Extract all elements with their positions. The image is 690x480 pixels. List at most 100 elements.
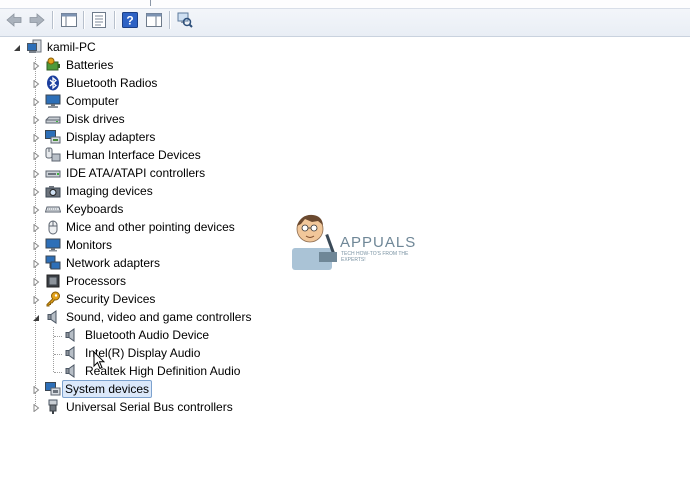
key-icon	[45, 291, 61, 307]
svg-text:?: ?	[126, 14, 133, 28]
scan-hardware-button[interactable]	[176, 11, 194, 29]
expand-toggle[interactable]	[31, 241, 40, 250]
device-row-realtek-audio[interactable]: Realtek High Definition Audio	[0, 362, 300, 380]
scan-hardware-icon	[177, 12, 193, 28]
category-row-processors[interactable]: Processors	[0, 272, 300, 290]
tree-root[interactable]: kamil-PC	[0, 38, 300, 56]
category-row-monitors[interactable]: Monitors	[0, 236, 300, 254]
show-hide-console-tree-button[interactable]	[60, 11, 78, 29]
action-pane-icon	[146, 13, 162, 27]
device-row-bluetooth-audio[interactable]: Bluetooth Audio Device	[0, 326, 300, 344]
back-button[interactable]	[5, 11, 23, 29]
category-row-keyboards[interactable]: Keyboards	[0, 200, 300, 218]
device-label: Realtek High Definition Audio	[85, 364, 241, 378]
usb-icon	[45, 399, 61, 415]
expand-toggle[interactable]	[31, 97, 40, 106]
device-row-intel-display-audio[interactable]: Intel(R) Display Audio	[0, 344, 300, 362]
back-icon	[6, 13, 22, 27]
expand-toggle[interactable]	[31, 133, 40, 142]
category-row-network-adapters[interactable]: Network adapters	[0, 254, 300, 272]
system-devices-icon	[45, 381, 61, 397]
category-row-computer[interactable]: Computer	[0, 92, 300, 110]
triangle-right-icon	[33, 295, 39, 304]
category-row-mice[interactable]: Mice and other pointing devices	[0, 218, 300, 236]
category-label: System devices	[62, 380, 153, 398]
menu-bar-edge	[0, 0, 690, 9]
properties-icon	[92, 12, 106, 28]
category-label: Processors	[66, 274, 127, 288]
triangle-right-icon	[33, 79, 39, 88]
category-row-usb-controllers[interactable]: Universal Serial Bus controllers	[0, 398, 300, 416]
expand-toggle[interactable]	[31, 187, 40, 196]
expand-toggle[interactable]	[31, 223, 40, 232]
action-pane-button[interactable]	[145, 11, 163, 29]
category-label: Computer	[66, 94, 119, 108]
category-label: Display adapters	[66, 130, 156, 144]
category-row-security-devices[interactable]: Security Devices	[0, 290, 300, 308]
speaker-icon	[45, 309, 61, 325]
expand-toggle[interactable]	[31, 205, 40, 214]
toolbar-separator	[83, 11, 84, 29]
expand-toggle[interactable]	[31, 169, 40, 178]
category-label: Network adapters	[66, 256, 161, 270]
collapse-toggle[interactable]	[31, 313, 40, 322]
triangle-down-icon	[32, 314, 39, 321]
show-hide-console-tree-icon	[61, 13, 77, 27]
category-row-disk-drives[interactable]: Disk drives	[0, 110, 300, 128]
expand-toggle[interactable]	[31, 385, 40, 394]
display-adapter-icon	[45, 129, 61, 145]
triangle-right-icon	[33, 61, 39, 70]
category-row-display-adapters[interactable]: Display adapters	[0, 128, 300, 146]
triangle-right-icon	[33, 223, 39, 232]
category-label: Security Devices	[66, 292, 156, 306]
toolbar: ?	[0, 0, 690, 37]
ide-controller-icon	[45, 165, 61, 181]
network-adapter-icon	[45, 255, 61, 271]
help-icon: ?	[122, 12, 138, 28]
monitor-icon	[45, 237, 61, 253]
camera-icon	[45, 183, 61, 199]
triangle-right-icon	[33, 151, 39, 160]
expand-toggle[interactable]	[31, 115, 40, 124]
triangle-right-icon	[33, 115, 39, 124]
menu-edge-mark	[150, 0, 157, 6]
category-row-batteries[interactable]: Batteries	[0, 56, 300, 74]
expand-toggle[interactable]	[31, 61, 40, 70]
watermark-brand: APPUALS	[340, 234, 417, 251]
category-row-ide-controllers[interactable]: IDE ATA/ATAPI controllers	[0, 164, 300, 182]
category-row-system-devices[interactable]: System devices	[0, 380, 300, 398]
hid-icon	[45, 147, 61, 163]
triangle-right-icon	[33, 133, 39, 142]
expand-toggle[interactable]	[31, 277, 40, 286]
properties-button[interactable]	[90, 11, 108, 29]
triangle-right-icon	[33, 385, 39, 394]
category-row-human-interface-devices[interactable]: Human Interface Devices	[0, 146, 300, 164]
expand-toggle[interactable]	[31, 403, 40, 412]
category-row-imaging-devices[interactable]: Imaging devices	[0, 182, 300, 200]
collapse-toggle[interactable]	[12, 43, 21, 52]
category-row-sound-video-game[interactable]: Sound, video and game controllers	[0, 308, 300, 326]
category-label: Disk drives	[66, 112, 125, 126]
category-label: Monitors	[66, 238, 113, 252]
triangle-right-icon	[33, 259, 39, 268]
processor-icon	[45, 273, 61, 289]
keyboard-icon	[45, 201, 61, 217]
category-label: Human Interface Devices	[66, 148, 201, 162]
category-label: Imaging devices	[66, 184, 153, 198]
triangle-down-icon	[13, 44, 20, 51]
triangle-right-icon	[33, 277, 39, 286]
watermark-tagline: TECH HOW-TO'S FROM THE EXPERTS!	[341, 251, 409, 263]
category-row-bluetooth-radios[interactable]: Bluetooth Radios	[0, 74, 300, 92]
expand-toggle[interactable]	[31, 79, 40, 88]
expand-toggle[interactable]	[31, 151, 40, 160]
category-label: Mice and other pointing devices	[66, 220, 235, 234]
expand-toggle[interactable]	[31, 295, 40, 304]
triangle-right-icon	[33, 187, 39, 196]
category-label: IDE ATA/ATAPI controllers	[66, 166, 206, 180]
expand-toggle[interactable]	[31, 259, 40, 268]
toolbar-separator	[114, 11, 115, 29]
forward-button[interactable]	[28, 11, 46, 29]
forward-icon	[29, 13, 45, 27]
toolbar-separator	[169, 11, 170, 29]
help-button[interactable]: ?	[121, 11, 139, 29]
